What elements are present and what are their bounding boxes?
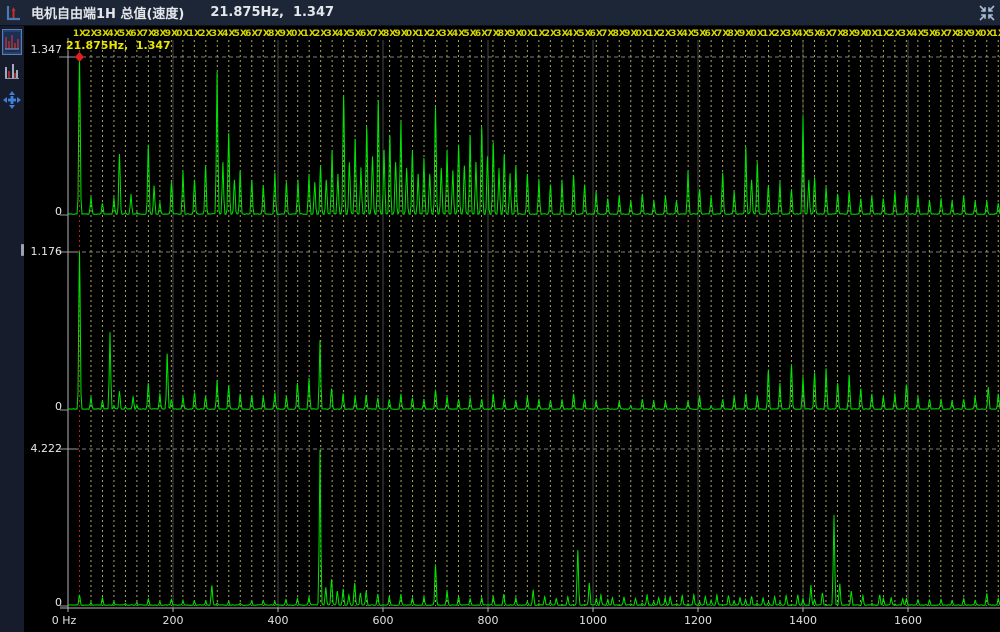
x-tick-label: 200 (163, 614, 184, 627)
vibration-analyzer-window: 电机自由端1H 总值(速度) 21.875Hz, 1.347 (0, 0, 1000, 632)
spectrum-chart-area[interactable]: 1X2X3X4X5X6X7X8X9X0X1X2X3X4X5X6X7X8X9X0X… (24, 26, 1000, 632)
x-tick-label: 1400 (789, 614, 817, 627)
x-tick-label: 600 (373, 614, 394, 627)
x-tick-label: 1200 (684, 614, 712, 627)
left-toolbar (0, 26, 24, 632)
x-tick-label: 400 (268, 614, 289, 627)
toolbar-button-pan[interactable] (2, 87, 22, 113)
selected-peak-marker[interactable] (75, 52, 84, 62)
y-zero-label-2: 0 (18, 400, 62, 414)
spectrum-3-trace (68, 450, 1000, 606)
x-tick-label: 0 Hz (52, 614, 77, 627)
x-tick-label: 1600 (894, 614, 922, 627)
y-zero-label-3: 0 (18, 596, 62, 610)
peak-cursor-readout: 21.875Hz, 1.347 (66, 39, 171, 52)
spectrum-chart-icon (4, 4, 22, 22)
x-tick-label: 1000 (579, 614, 607, 627)
toolbar-button-harmonic-bars[interactable] (2, 58, 22, 84)
harmonic-label: 1X (992, 29, 1000, 39)
title-bar: 电机自由端1H 总值(速度) 21.875Hz, 1.347 (0, 0, 1000, 26)
x-tick-label: 800 (478, 614, 499, 627)
y-zero-label-1: 0 (18, 205, 62, 219)
spectrum-plot-svg[interactable]: 1X2X3X4X5X6X7X8X9X0X1X2X3X4X5X6X7X8X9X0X… (24, 26, 1000, 632)
harmonic-bars-icon (4, 61, 20, 81)
y-max-label-2: 1.176 (18, 245, 62, 259)
y-max-label-1: 1.347 (18, 43, 62, 57)
window-title: 电机自由端1H 总值(速度) (31, 3, 184, 22)
collapse-panel-icon[interactable] (978, 4, 996, 22)
pan-move-icon (3, 91, 21, 109)
y-max-label-3: 4.222 (18, 442, 62, 456)
title-cursor-readout: 21.875Hz, 1.347 (210, 5, 334, 20)
